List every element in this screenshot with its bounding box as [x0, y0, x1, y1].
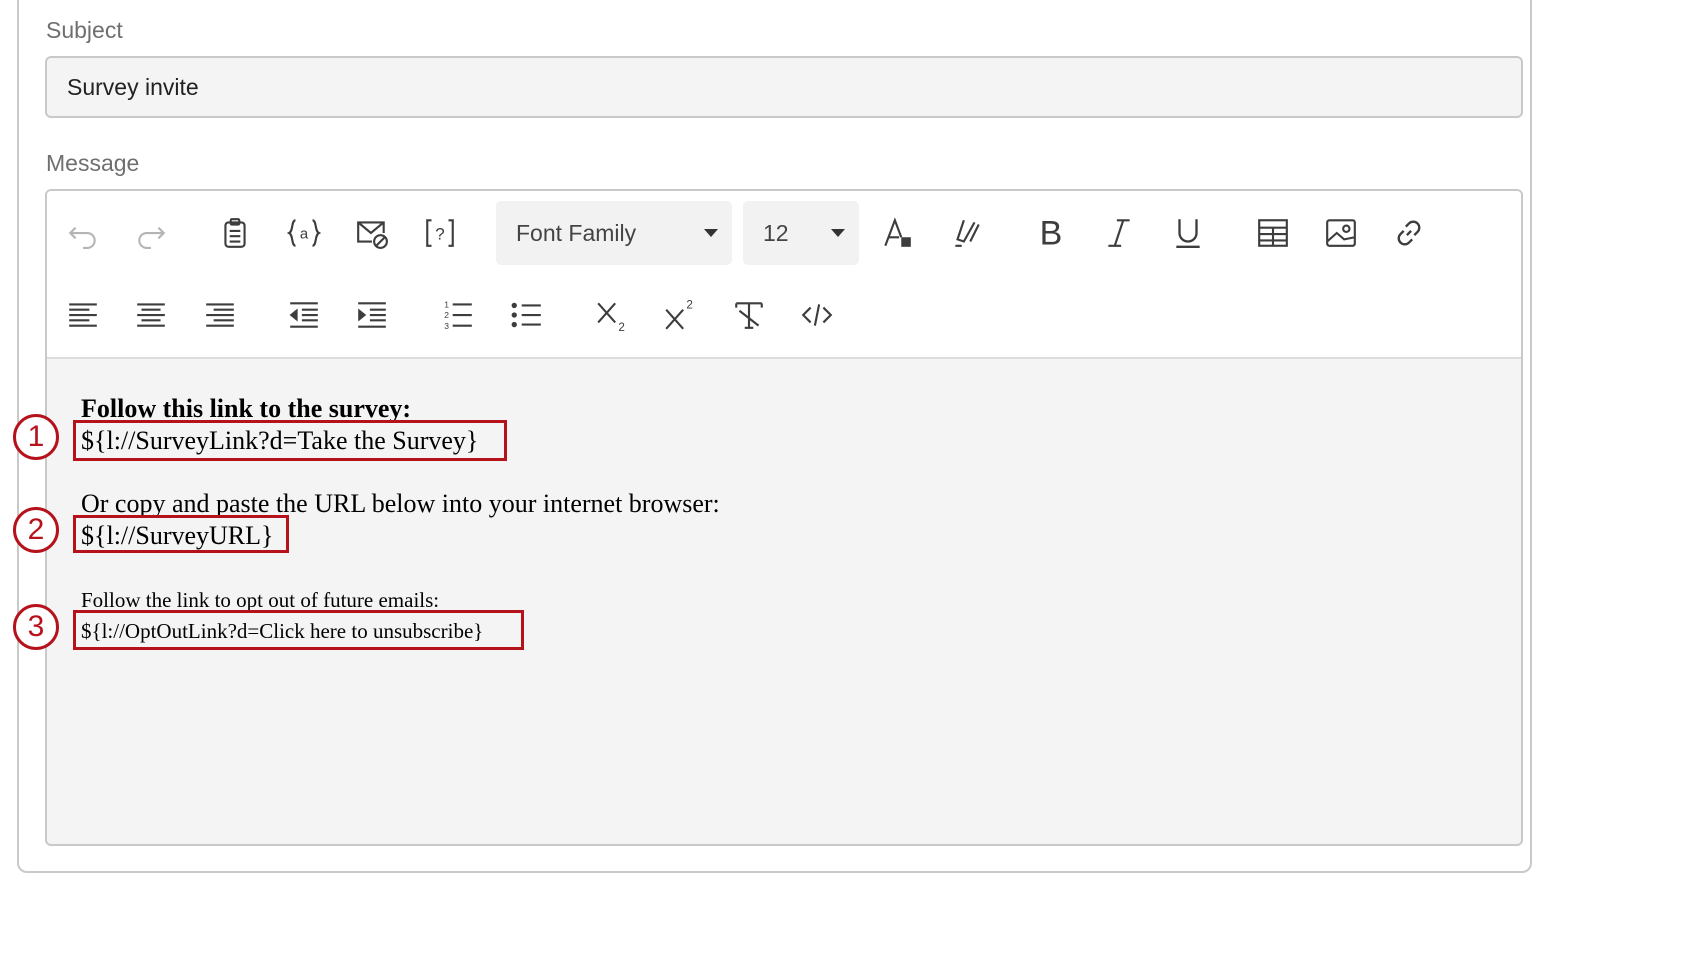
font-size-value: 12 [763, 219, 789, 246]
clear-format-icon[interactable] [727, 293, 771, 337]
email-block-icon[interactable] [350, 211, 394, 255]
font-size-select[interactable]: 12 [743, 201, 859, 265]
callout-1: 1 [13, 414, 59, 460]
svg-text:3: 3 [444, 321, 449, 331]
message-label: Message [46, 150, 140, 176]
table-icon[interactable] [1251, 211, 1295, 255]
svg-text:2: 2 [686, 299, 693, 312]
font-family-value: Font Family [516, 219, 637, 246]
subject-label: Subject [46, 17, 123, 43]
clipboard-icon[interactable] [213, 211, 257, 255]
highlight-box-1 [73, 420, 507, 461]
numbered-list-icon[interactable]: 123 [436, 293, 480, 337]
svg-text:2: 2 [618, 321, 625, 332]
chevron-down-icon [831, 229, 845, 237]
align-right-icon[interactable] [198, 293, 242, 337]
help-bracket-icon[interactable]: ? [418, 211, 462, 255]
align-left-icon[interactable] [61, 293, 105, 337]
highlight-icon[interactable] [944, 211, 988, 255]
toolbar-row-1: a ? Font Family 12 B [47, 191, 1521, 276]
link-icon[interactable] [1387, 211, 1431, 255]
highlight-box-3 [73, 610, 524, 650]
align-center-icon[interactable] [129, 293, 173, 337]
italic-icon[interactable] [1097, 211, 1141, 255]
subject-input[interactable] [45, 56, 1523, 118]
svg-text:a: a [300, 226, 309, 242]
superscript-icon[interactable]: 2 [658, 293, 702, 337]
redo-icon[interactable] [129, 211, 173, 255]
text-color-icon[interactable] [875, 211, 919, 255]
font-family-select[interactable]: Font Family [496, 201, 732, 265]
undo-icon[interactable] [61, 211, 105, 255]
bold-icon[interactable]: B [1029, 211, 1073, 255]
bulleted-list-icon[interactable] [505, 293, 549, 337]
outdent-icon[interactable] [282, 293, 326, 337]
subscript-icon[interactable]: 2 [590, 293, 634, 337]
toolbar-row-2: 123 2 2 [47, 274, 1521, 359]
source-code-icon[interactable] [795, 293, 839, 337]
svg-text:B: B [1040, 216, 1063, 250]
highlight-box-2 [73, 515, 289, 553]
indent-icon[interactable] [350, 293, 394, 337]
piped-text-icon[interactable]: a [282, 211, 326, 255]
underline-icon[interactable] [1166, 211, 1210, 255]
svg-text:1: 1 [444, 300, 449, 310]
svg-text:?: ? [435, 224, 444, 243]
svg-text:2: 2 [444, 310, 449, 320]
callout-3: 3 [13, 604, 59, 650]
chevron-down-icon [704, 229, 718, 237]
image-icon[interactable] [1319, 211, 1363, 255]
callout-2: 2 [13, 507, 59, 553]
